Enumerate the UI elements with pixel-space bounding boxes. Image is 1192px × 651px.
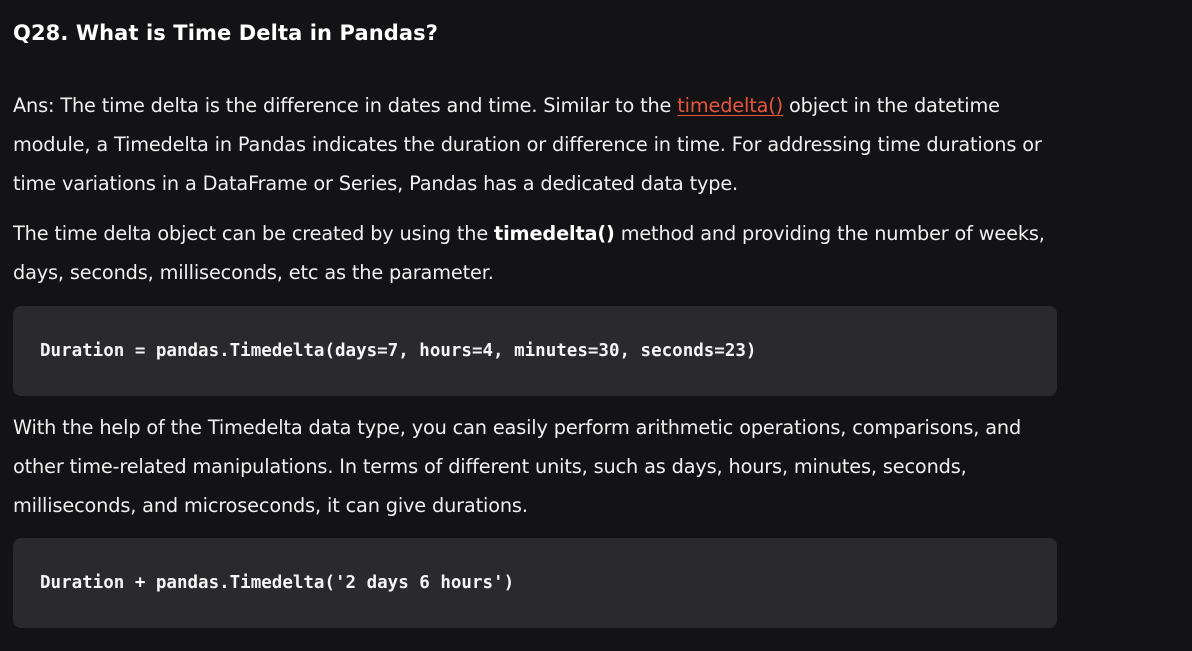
timedelta-link[interactable]: timedelta()	[677, 94, 783, 117]
timedelta-method-name: timedelta()	[494, 222, 615, 245]
question-title: Q28. What is Time Delta in Pandas?	[13, 21, 439, 45]
answer-intro-text: Ans: The time delta is the difference in…	[13, 94, 678, 117]
answer-paragraph-2: The time delta object can be created by …	[13, 214, 1063, 292]
code-line: Duration + pandas.Timedelta('2 days 6 ho…	[40, 573, 515, 593]
code-line: Duration = pandas.Timedelta(days=7, hour…	[40, 341, 757, 361]
answer-paragraph-1: Ans: The time delta is the difference in…	[13, 86, 1063, 203]
answer-paragraph-3: With the help of the Timedelta data type…	[13, 416, 1022, 517]
code-block-timedelta-addition: Duration + pandas.Timedelta('2 days 6 ho…	[13, 538, 1057, 628]
creation-text: The time delta object can be created by …	[13, 222, 495, 245]
code-block-timedelta-constructor: Duration = pandas.Timedelta(days=7, hour…	[13, 306, 1057, 396]
